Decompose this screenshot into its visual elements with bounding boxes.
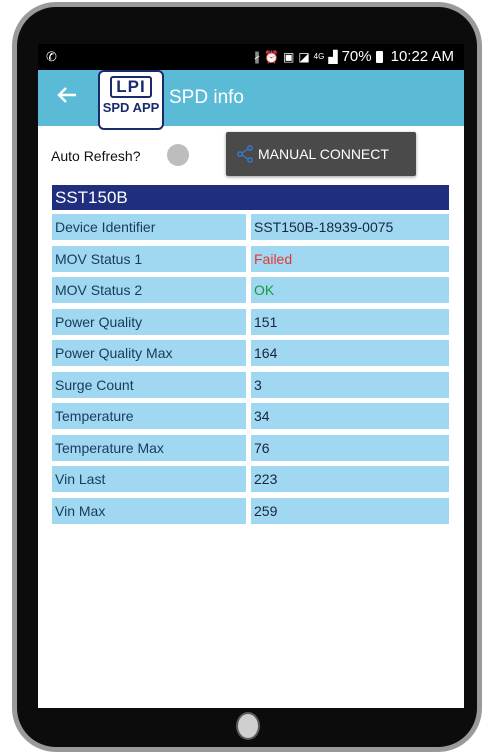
row-label: Vin Max (52, 497, 246, 524)
table-row: Vin Max 259 (52, 497, 449, 530)
row-label: Vin Last (52, 466, 246, 492)
gallery-icon: ◪ (298, 49, 310, 64)
manual-connect-button[interactable]: MANUAL CONNECT (226, 132, 416, 176)
row-value: 76 (251, 434, 449, 461)
row-label: Device Identifier (52, 214, 246, 240)
nfc-icon: ▣ (282, 49, 295, 64)
row-label: Power Quality Max (52, 340, 246, 366)
row-label: MOV Status 1 (52, 245, 246, 272)
battery-percent: 70% (341, 48, 372, 65)
row-label: Power Quality (52, 308, 246, 335)
app-bar: LPI SPD APP SPD info (38, 70, 464, 130)
row-label: Temperature Max (52, 434, 246, 461)
auto-refresh-label: Auto Refresh? (51, 148, 141, 164)
table-row: Power Quality 151 (52, 308, 449, 341)
controls-row: Auto Refresh? MANUAL CONNECT (38, 132, 464, 178)
home-button[interactable] (236, 712, 260, 740)
auto-refresh-toggle[interactable] (167, 144, 189, 166)
row-label: Surge Count (52, 371, 246, 398)
row-value: 259 (251, 497, 449, 524)
share-icon (237, 145, 253, 163)
mov-status-1-value: Failed (251, 245, 449, 272)
table-row: Temperature Max 76 (52, 434, 449, 467)
row-value: 164 (251, 340, 449, 366)
logo-spd-app-text: SPD APP (102, 100, 160, 115)
battery-icon (375, 50, 383, 63)
row-value: 3 (251, 371, 449, 398)
whatsapp-icon: ✆ (46, 49, 57, 64)
logo-lpi-text: LPI (110, 76, 152, 98)
table-row: Vin Last 223 (52, 466, 449, 498)
row-label: Temperature (52, 403, 246, 429)
status-bar: ✆ ∦ ⏰ ▣ ◪ 4G ▟ 70% 10:22 AM (38, 44, 464, 70)
status-icons: ∦ ⏰ ▣ ◪ 4G ▟ 70% 10:22 AM (254, 48, 454, 65)
device-name-header: SST150B (52, 185, 449, 210)
row-value: 34 (251, 403, 449, 429)
table-row: Temperature 34 (52, 403, 449, 435)
table-row: MOV Status 2 OK (52, 277, 449, 309)
bluetooth-icon: ∦ (254, 49, 261, 64)
table-row: Power Quality Max 164 (52, 340, 449, 372)
status-time: 10:22 AM (390, 48, 454, 65)
table-row: Device Identifier SST150B-18939-0075 (52, 214, 449, 246)
table-row: Surge Count 3 (52, 371, 449, 404)
manual-connect-label: MANUAL CONNECT (258, 146, 389, 162)
alarm-icon: ⏰ (264, 49, 279, 64)
back-arrow-icon[interactable] (56, 84, 78, 111)
device-info-table: Device Identifier SST150B-18939-0075 MOV… (52, 214, 449, 529)
mov-status-2-value: OK (251, 277, 449, 303)
row-value: 223 (251, 466, 449, 492)
table-row: MOV Status 1 Failed (52, 245, 449, 278)
row-value: SST150B-18939-0075 (251, 214, 449, 240)
row-label: MOV Status 2 (52, 277, 246, 303)
page-title: SPD info (169, 87, 244, 108)
4g-icon: 4G (313, 52, 325, 61)
signal-icon: ▟ (328, 49, 338, 64)
device-screen: ✆ ∦ ⏰ ▣ ◪ 4G ▟ 70% 10:22 AM LPI SPD APP … (38, 44, 464, 708)
row-value: 151 (251, 308, 449, 335)
lpi-logo: LPI SPD APP (98, 70, 164, 130)
